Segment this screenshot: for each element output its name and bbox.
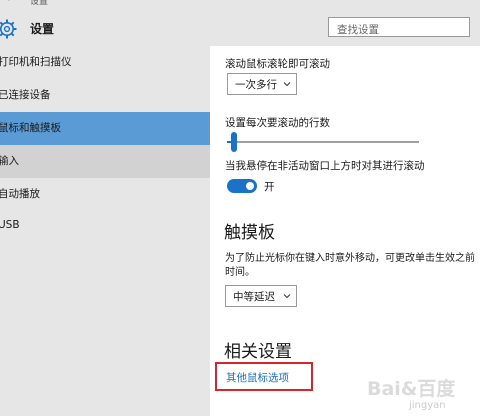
touchpad-heading: 触摸板 (224, 223, 275, 243)
touchpad-description-line: 时间。 (225, 267, 255, 278)
title-bar: < 设置 (0, 0, 480, 8)
other-mouse-options-link[interactable]: 其他鼠标选项 (226, 370, 289, 385)
sidebar-item-usb[interactable]: USB (0, 211, 210, 244)
sidebar-item-mouse-touchpad[interactable]: 鼠标和触摸板 (0, 112, 210, 145)
related-settings-heading: 相关设置 (224, 342, 292, 362)
scroll-lines-slider-track[interactable] (227, 141, 419, 143)
sidebar-item-label: USB (0, 219, 20, 231)
touchpad-delay-dropdown[interactable]: 中等延迟 (225, 285, 297, 307)
baidu-watermark: Bai&百度 jingyan (367, 374, 479, 414)
sidebar-item-label: 输入 (0, 155, 19, 167)
inactive-scroll-label: 当我悬停在非活动窗口上方时对其进行滚动 (225, 160, 425, 172)
search-input[interactable] (329, 21, 469, 39)
back-icon[interactable]: < (2, 0, 10, 4)
header: 设置 (0, 8, 480, 46)
sidebar-item-printers[interactable]: 打印机和扫描仪 (0, 46, 210, 79)
watermark-text: Bai&百度 (367, 378, 456, 400)
scroll-wheel-dropdown[interactable]: 一次多行 (227, 73, 297, 95)
touchpad-description-line: 为了防止光标你在键入时意外移动，可更改单击生效之前 (225, 253, 475, 264)
dropdown-value: 一次多行 (235, 79, 277, 91)
window-title: 设置 (30, 0, 49, 7)
sidebar-item-connected-devices[interactable]: 已连接设备 (0, 79, 210, 112)
page-title: 设置 (30, 22, 55, 36)
sidebar: 打印机和扫描仪 已连接设备 鼠标和触摸板 输入 自动播放 USB (0, 46, 210, 416)
main-content: 滚动鼠标滚轮即可滚动 一次多行 设置每次要滚动的行数 当我悬停在非活动窗口上方时… (210, 46, 480, 416)
sidebar-item-typing[interactable]: 输入 (0, 145, 210, 178)
toggle-knob (246, 182, 254, 190)
search-box[interactable] (328, 17, 470, 39)
dropdown-value: 中等延迟 (233, 291, 275, 303)
chevron-down-icon (283, 82, 291, 87)
watermark-subtext: jingyan (409, 400, 446, 411)
gear-icon (0, 19, 17, 39)
scroll-lines-slider-thumb[interactable] (230, 132, 237, 152)
sidebar-item-label: 自动播放 (0, 188, 40, 200)
sidebar-item-label: 已连接设备 (0, 89, 51, 101)
touchpad-description: 为了防止光标你在键入时意外移动，可更改单击生效之前 时间。 (225, 252, 480, 280)
toggle-state-label: 开 (264, 181, 275, 193)
sidebar-item-autoplay[interactable]: 自动播放 (0, 178, 210, 211)
inactive-scroll-toggle[interactable] (227, 179, 257, 193)
sidebar-item-label: 打印机和扫描仪 (0, 56, 72, 68)
settings-window: < 设置 设置 打印机和扫描仪 已连接设备 (0, 0, 480, 416)
scroll-lines-label: 设置每次要滚动的行数 (225, 117, 330, 129)
chevron-down-icon (283, 294, 291, 299)
sidebar-item-label: 鼠标和触摸板 (0, 122, 61, 134)
scroll-wheel-label: 滚动鼠标滚轮即可滚动 (225, 58, 330, 70)
